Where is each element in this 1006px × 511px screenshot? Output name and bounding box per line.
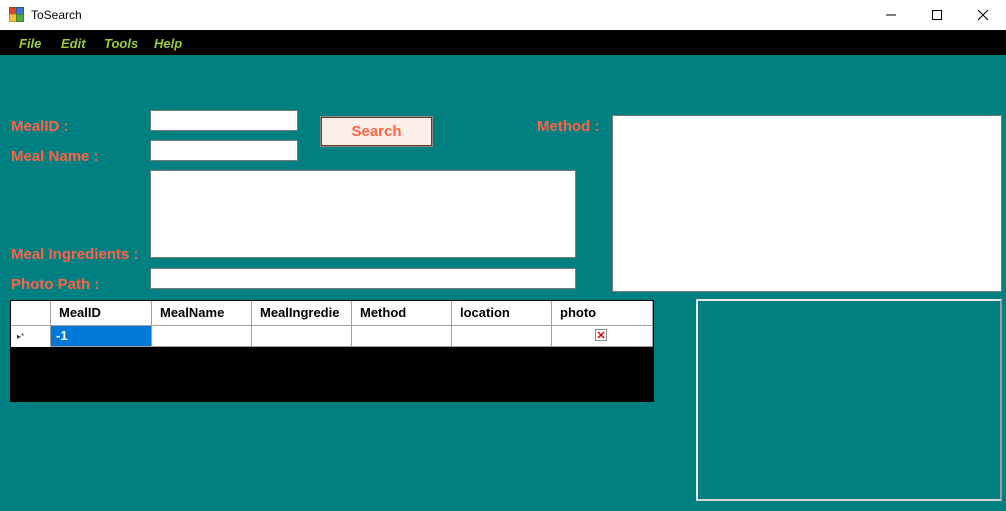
menu-bar: File Edit Tools Help	[0, 30, 1006, 55]
maximize-icon	[932, 10, 942, 20]
cell-location[interactable]	[452, 326, 552, 347]
menu-edit[interactable]: Edit	[61, 36, 86, 51]
maximize-button[interactable]	[914, 0, 960, 30]
broken-image-icon	[595, 329, 607, 341]
column-header-location[interactable]: location	[452, 301, 552, 325]
app-icon	[9, 7, 24, 22]
minimize-button[interactable]	[868, 0, 914, 30]
cell-photo[interactable]	[552, 326, 653, 347]
column-header-photo[interactable]: photo	[552, 301, 653, 325]
title-bar: ToSearch	[0, 0, 1006, 30]
cell-mealingredients[interactable]	[252, 326, 352, 347]
search-button[interactable]: Search	[320, 116, 433, 147]
meal-ingredients-input[interactable]	[150, 170, 576, 258]
method-label: Method :	[537, 118, 600, 135]
column-header-method[interactable]: Method	[352, 301, 452, 325]
menu-help[interactable]: Help	[154, 36, 182, 51]
close-icon	[977, 9, 989, 21]
grid-corner-cell[interactable]	[11, 301, 51, 325]
window-title: ToSearch	[31, 8, 82, 22]
table-row[interactable]: ▸* -1	[11, 326, 653, 347]
grid-header: MealID MealName MealIngredie Method loca…	[11, 301, 653, 326]
menu-file[interactable]: File	[19, 36, 41, 51]
close-button[interactable]	[960, 0, 1006, 30]
column-header-mealname[interactable]: MealName	[152, 301, 252, 325]
row-selector[interactable]: ▸*	[11, 326, 51, 347]
meal-ingredients-label: Meal Ingredients :	[11, 246, 139, 263]
meal-id-input[interactable]	[150, 110, 298, 131]
photo-path-input[interactable]	[150, 268, 576, 289]
meals-data-grid[interactable]: MealID MealName MealIngredie Method loca…	[10, 300, 654, 402]
cell-mealname[interactable]	[152, 326, 252, 347]
cell-method[interactable]	[352, 326, 452, 347]
column-header-mealingredients[interactable]: MealIngredie	[252, 301, 352, 325]
photo-path-label: Photo Path :	[11, 276, 100, 293]
meal-name-label: Meal Name :	[11, 148, 99, 165]
menu-tools[interactable]: Tools	[104, 36, 138, 51]
meal-id-label: MealID :	[11, 118, 69, 135]
photo-preview-box	[696, 299, 1002, 501]
column-header-mealid[interactable]: MealID	[51, 301, 152, 325]
method-input[interactable]	[612, 115, 1002, 292]
main-window: ToSearch File Edit Tools Help MealID : M…	[0, 0, 1006, 511]
cell-mealid[interactable]: -1	[51, 326, 152, 347]
meal-name-input[interactable]	[150, 140, 298, 161]
minimize-icon	[886, 14, 896, 16]
